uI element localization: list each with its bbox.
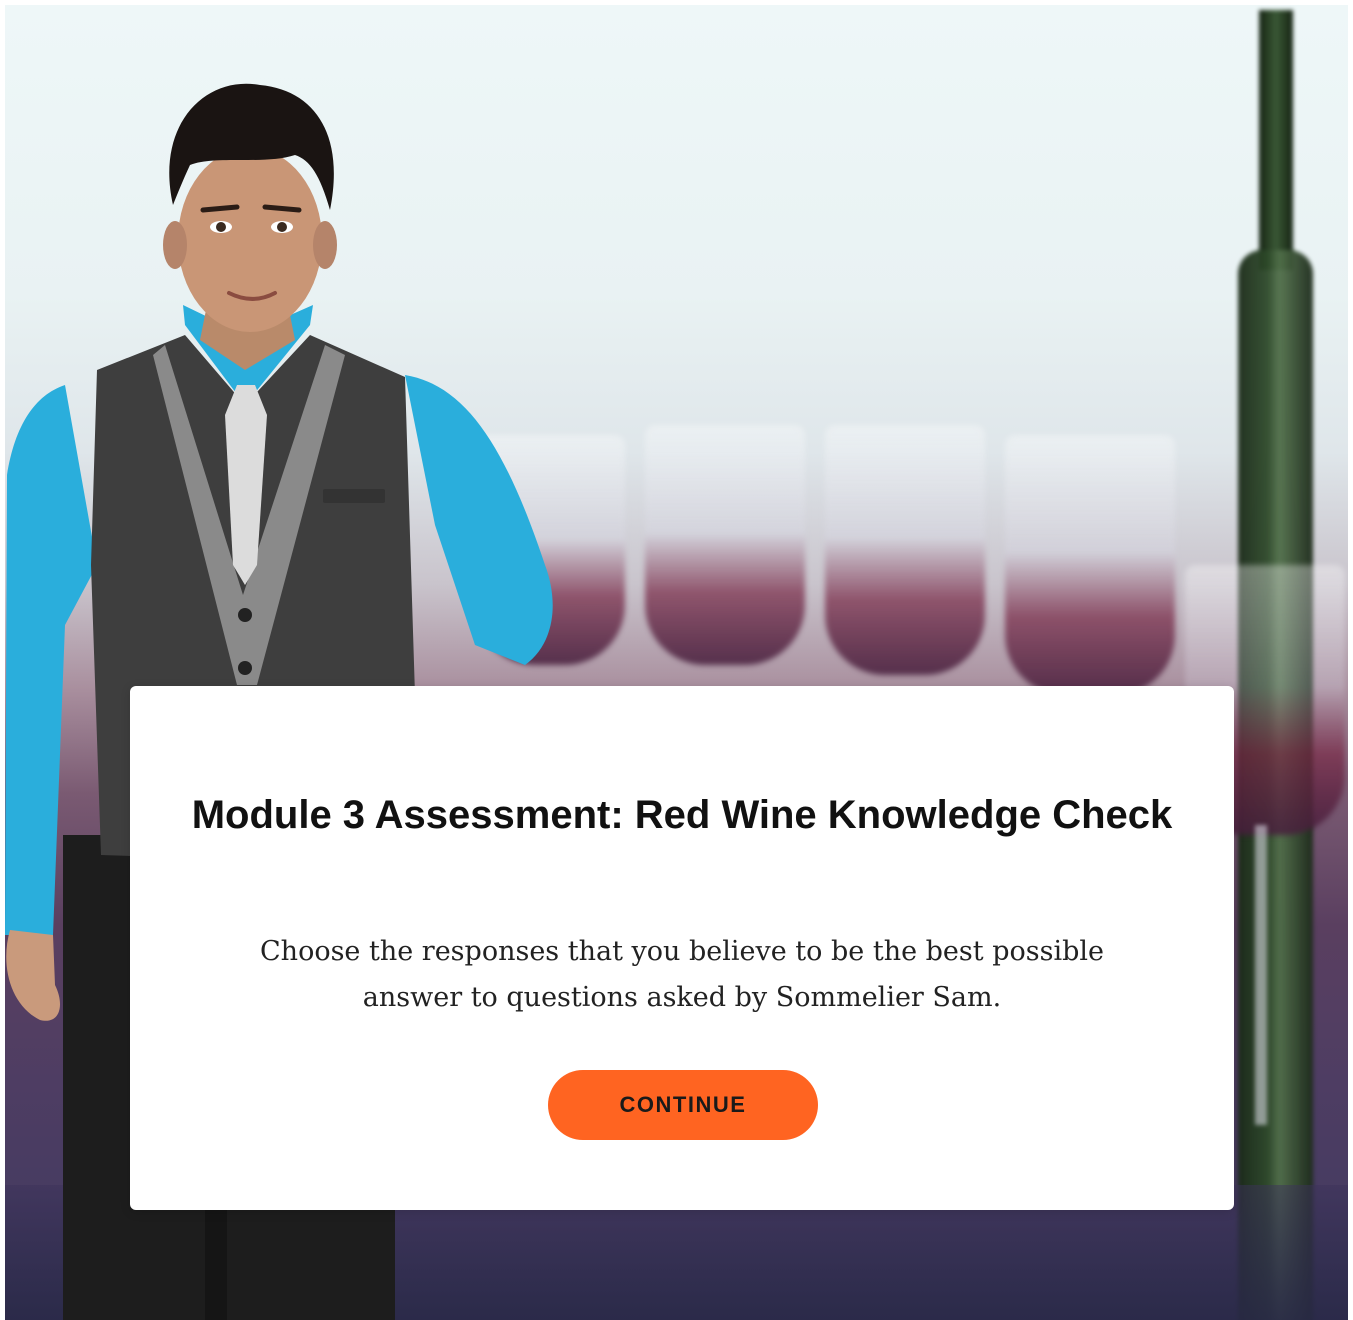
- slide-frame: Module 3 Assessment: Red Wine Knowledge …: [5, 5, 1348, 1320]
- wine-glass: [645, 425, 805, 665]
- wine-glass: [825, 425, 985, 675]
- continue-button[interactable]: CONTINUE: [548, 1070, 818, 1140]
- dialog-title: Module 3 Assessment: Red Wine Knowledge …: [191, 793, 1173, 837]
- wine-bottle-neck: [1259, 10, 1293, 270]
- glass-stem: [1255, 825, 1267, 1125]
- assessment-intro-dialog: Module 3 Assessment: Red Wine Knowledge …: [130, 686, 1234, 1210]
- wine-glass: [1005, 435, 1175, 695]
- dialog-instructions: Choose the responses that you believe to…: [260, 936, 1104, 1013]
